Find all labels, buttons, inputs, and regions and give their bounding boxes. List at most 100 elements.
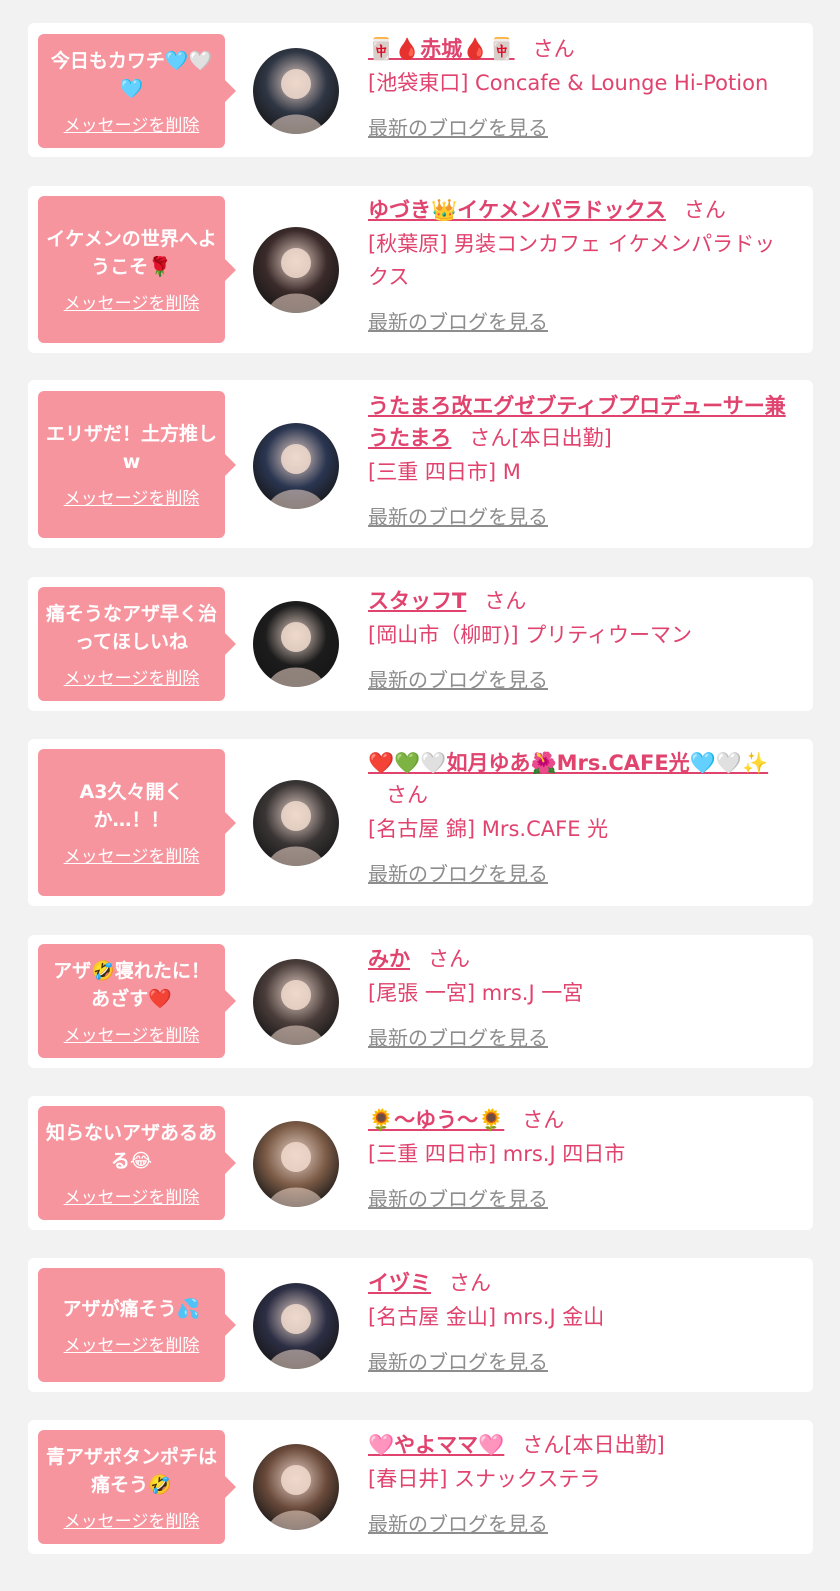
sender-info: 🀄🩸赤城🩸🀄 さん [池袋東口] Concafe & Lounge Hi-Poti…: [368, 33, 795, 141]
sender-info: うたまろ改エグゼブティブプロデューサー兼うたまろ さん[本日出勤] [三重 四日市…: [368, 390, 795, 530]
sender-info: イヅミ さん [名古屋 金山] mrs.J 金山 最新のブログを見る: [368, 1267, 795, 1375]
honorific: さん: [522, 1108, 565, 1132]
shop-label: [三重 四日市] M: [368, 460, 521, 484]
shop-label: [尾張 一宮] mrs.J 一宮: [368, 981, 584, 1005]
avatar-photo-icon: [253, 48, 339, 134]
message-text: イケメンの世界へようこそ🌹: [46, 228, 217, 278]
message-bubble: 痛そうなアザ早く治ってほしいね メッセージを削除: [38, 587, 236, 701]
sender-name-link[interactable]: 🩷やよママ🩷: [368, 1433, 504, 1457]
avatar-photo-icon: [253, 423, 339, 509]
sender-name-link[interactable]: スタッフT: [368, 589, 466, 613]
sender-name-link[interactable]: 🀄🩸赤城🩸🀄: [368, 37, 515, 61]
avatar-photo-icon: [253, 601, 339, 687]
message-bubble: アザが痛そう💦 メッセージを削除: [38, 1268, 236, 1382]
sender-name-line: ゆづき👑イケメンパラドックス さん: [368, 194, 795, 226]
avatar[interactable]: [253, 1283, 339, 1369]
honorific: さん: [428, 947, 470, 971]
honorific: さん: [683, 198, 726, 222]
sender-name-line: みか さん: [368, 943, 795, 975]
status-badge: [本日出勤]: [511, 426, 612, 450]
shop-label: [三重 四日市] mrs.J 四日市: [368, 1142, 626, 1166]
sender-name-line: うたまろ改エグゼブティブプロデューサー兼うたまろ さん[本日出勤]: [368, 390, 795, 454]
view-latest-blog-link[interactable]: 最新のブログを見る: [368, 858, 548, 887]
delete-message-link[interactable]: メッセージを削除: [64, 484, 200, 509]
honorific: さん: [386, 783, 428, 807]
sender-name-link[interactable]: イヅミ: [368, 1271, 431, 1295]
sender-info: みか さん [尾張 一宮] mrs.J 一宮 最新のブログを見る: [368, 943, 795, 1051]
sender-name-line: 🌻～ゆう～🌻 さん: [368, 1104, 795, 1136]
avatar[interactable]: [253, 780, 339, 866]
sender-name-line: イヅミ さん: [368, 1267, 795, 1299]
delete-message-link[interactable]: メッセージを削除: [64, 842, 200, 867]
avatar[interactable]: [253, 423, 339, 509]
avatar[interactable]: [253, 1121, 339, 1207]
view-latest-blog-link[interactable]: 最新のブログを見る: [368, 664, 548, 693]
delete-message-link[interactable]: メッセージを削除: [64, 1507, 200, 1532]
delete-message-link[interactable]: メッセージを削除: [64, 111, 200, 136]
view-latest-blog-link[interactable]: 最新のブログを見る: [368, 112, 548, 141]
avatar[interactable]: [253, 227, 339, 313]
avatar-photo-icon: [253, 227, 339, 313]
message-bubble: イケメンの世界へようこそ🌹 メッセージを削除: [38, 196, 236, 343]
shop-label: [春日井] スナックステラ: [368, 1467, 601, 1491]
delete-message-link[interactable]: メッセージを削除: [64, 1183, 200, 1208]
avatar-photo-icon: [253, 1283, 339, 1369]
sender-name-line: ❤️💚🤍如月ゆあ🌺Mrs.CAFE光🩵🤍✨ さん: [368, 747, 795, 811]
message-text: 今日もカワチ🩵🤍🩵: [50, 49, 213, 100]
message-card: アザ🤣寝れたに！あざす❤️ メッセージを削除 みか さん [尾張 一宮] mrs…: [28, 935, 813, 1068]
shop-label: [岡山市（柳町)] プリティウーマン: [368, 623, 692, 647]
view-latest-blog-link[interactable]: 最新のブログを見る: [368, 1183, 548, 1212]
shop-label: [秋葉原] 男装コンカフェ イケメンパラドックス: [368, 232, 776, 289]
message-text: 青アザボタンポチは痛そう🤣: [45, 1445, 217, 1496]
sender-info: ゆづき👑イケメンパラドックス さん [秋葉原] 男装コンカフェ イケメンパラドック…: [368, 194, 795, 335]
message-card: イケメンの世界へようこそ🌹 メッセージを削除 ゆづき👑イケメンパラドックス さん…: [28, 186, 813, 353]
shop-label: [名古屋 金山] mrs.J 金山: [368, 1305, 605, 1329]
avatar-photo-icon: [253, 959, 339, 1045]
message-card: 知らないアザあるある😂 メッセージを削除 🌻～ゆう～🌻 さん [三重 四日市] …: [28, 1096, 813, 1230]
sender-name-link[interactable]: ❤️💚🤍如月ゆあ🌺Mrs.CAFE光🩵🤍✨: [368, 751, 768, 775]
status-badge: [本日出勤]: [564, 1433, 665, 1457]
message-bubble: 今日もカワチ🩵🤍🩵 メッセージを削除: [38, 34, 236, 148]
avatar-photo-icon: [253, 780, 339, 866]
message-bubble: エリザだ！土方推しw メッセージを削除: [38, 391, 236, 538]
message-text: 痛そうなアザ早く治ってほしいね: [45, 602, 217, 653]
message-card: 痛そうなアザ早く治ってほしいね メッセージを削除 スタッフT さん [岡山市（柳…: [28, 577, 813, 711]
honorific: さん: [469, 426, 512, 450]
view-latest-blog-link[interactable]: 最新のブログを見る: [368, 1508, 548, 1537]
delete-message-link[interactable]: メッセージを削除: [64, 1331, 200, 1356]
honorific: さん: [484, 589, 527, 613]
message-list: 今日もカワチ🩵🤍🩵 メッセージを削除 🀄🩸赤城🩸🀄 さん [池袋東口] Conc…: [0, 0, 840, 1591]
message-card: 青アザボタンポチは痛そう🤣 メッセージを削除 🩷やよママ🩷 さん[本日出勤] […: [28, 1420, 813, 1554]
delete-message-link[interactable]: メッセージを削除: [64, 1021, 200, 1046]
view-latest-blog-link[interactable]: 最新のブログを見る: [368, 501, 548, 530]
shop-label: [池袋東口] Concafe & Lounge Hi-Potion: [368, 71, 769, 95]
sender-info: ❤️💚🤍如月ゆあ🌺Mrs.CAFE光🩵🤍✨ さん [名古屋 錦] Mrs.CAFE…: [368, 747, 795, 887]
message-bubble: 青アザボタンポチは痛そう🤣 メッセージを削除: [38, 1430, 236, 1544]
message-text: アザ🤣寝れたに！あざす❤️: [53, 959, 210, 1010]
sender-info: スタッフT さん [岡山市（柳町)] プリティウーマン 最新のブログを見る: [368, 585, 795, 693]
view-latest-blog-link[interactable]: 最新のブログを見る: [368, 306, 548, 335]
sender-name-link[interactable]: ゆづき👑イケメンパラドックス: [368, 198, 666, 222]
sender-name-link[interactable]: 🌻～ゆう～🌻: [368, 1108, 504, 1132]
sender-info: 🩷やよママ🩷 さん[本日出勤] [春日井] スナックステラ 最新のブログを見る: [368, 1429, 795, 1537]
sender-name-line: 🩷やよママ🩷 さん[本日出勤]: [368, 1429, 795, 1461]
delete-message-link[interactable]: メッセージを削除: [64, 289, 200, 314]
message-card: アザが痛そう💦 メッセージを削除 イヅミ さん [名古屋 金山] mrs.J 金…: [28, 1258, 813, 1392]
sender-info: 🌻～ゆう～🌻 さん [三重 四日市] mrs.J 四日市 最新のブログを見る: [368, 1104, 795, 1212]
sender-name-link[interactable]: みか: [368, 947, 410, 971]
honorific: さん: [449, 1271, 491, 1295]
avatar-photo-icon: [253, 1444, 339, 1530]
view-latest-blog-link[interactable]: 最新のブログを見る: [368, 1346, 548, 1375]
message-bubble: A3久々開くか…！！ メッセージを削除: [38, 749, 236, 896]
message-text: アザが痛そう💦: [62, 1297, 201, 1320]
avatar[interactable]: [253, 959, 339, 1045]
avatar[interactable]: [253, 601, 339, 687]
view-latest-blog-link[interactable]: 最新のブログを見る: [368, 1022, 548, 1051]
avatar-photo-icon: [253, 1121, 339, 1207]
honorific: さん: [532, 37, 575, 61]
sender-name-line: スタッフT さん: [368, 585, 795, 617]
message-bubble: アザ🤣寝れたに！あざす❤️ メッセージを削除: [38, 944, 236, 1058]
avatar[interactable]: [253, 48, 339, 134]
delete-message-link[interactable]: メッセージを削除: [64, 664, 200, 689]
avatar[interactable]: [253, 1444, 339, 1530]
